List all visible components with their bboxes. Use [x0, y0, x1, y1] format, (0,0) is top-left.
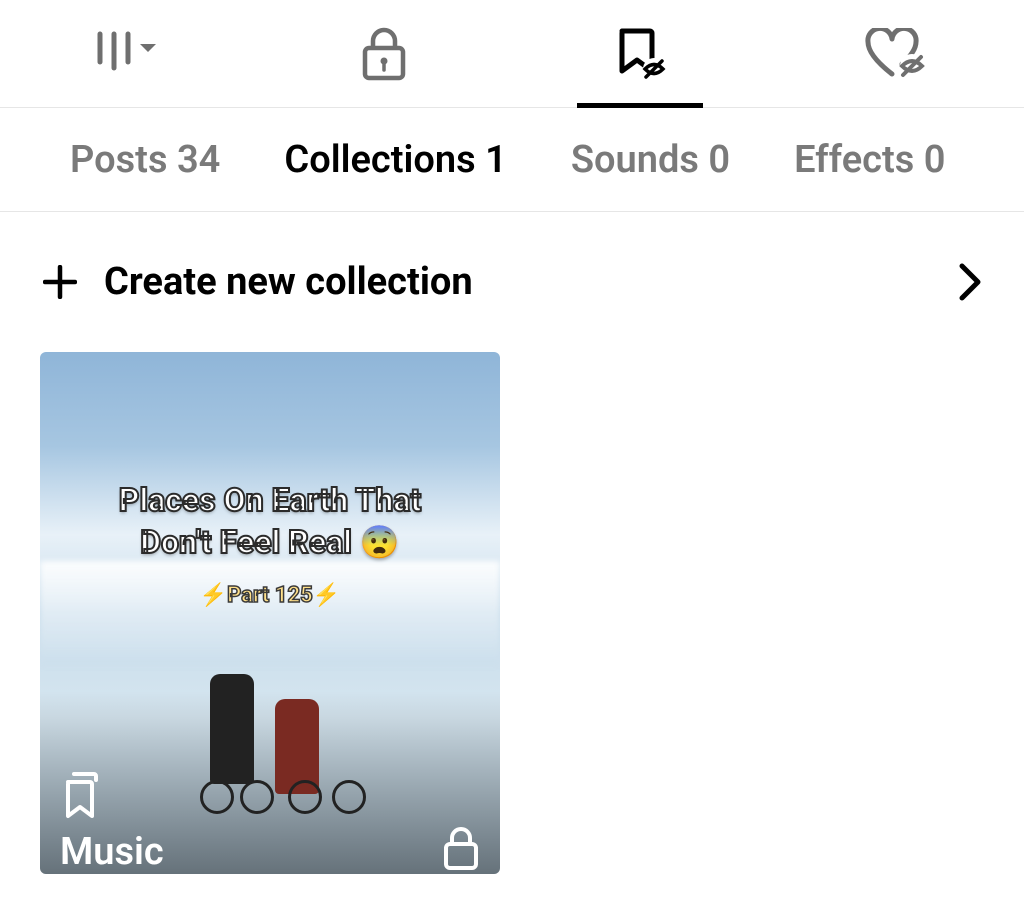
collections-grid: Places On Earth That Don't Feel Real 😨 ⚡…: [0, 352, 1024, 874]
plus-icon: [40, 265, 80, 299]
bookmark-hidden-icon: [612, 27, 668, 81]
sub-tab-label: Effects: [794, 138, 914, 182]
create-collection-button[interactable]: Create new collection: [0, 212, 1024, 352]
sub-tab-label: Posts: [70, 138, 168, 182]
grid-icon: [92, 30, 164, 78]
heart-hidden-icon: [864, 28, 928, 80]
profile-content-tabs: [0, 0, 1024, 108]
sub-tab-label: Sounds: [571, 138, 699, 182]
tab-grid[interactable]: [0, 0, 256, 107]
tab-liked[interactable]: [768, 0, 1024, 107]
sub-tab-collections[interactable]: Collections 1: [284, 138, 506, 182]
collection-card[interactable]: Places On Earth That Don't Feel Real 😨 ⚡…: [40, 352, 500, 874]
collection-title: Music: [60, 830, 164, 874]
bookmark-stack-icon: [60, 772, 164, 824]
sub-tab-count: 1: [485, 138, 507, 182]
saved-sub-tabs: Posts 34 Collections 1 Sounds 0 Effects …: [0, 108, 1024, 212]
create-collection-label: Create new collection: [104, 260, 958, 304]
chevron-right-icon: [958, 262, 984, 302]
sub-tab-posts[interactable]: Posts 34: [70, 138, 220, 182]
tab-private[interactable]: [256, 0, 512, 107]
sub-tab-label: Collections: [284, 138, 475, 182]
lock-icon: [360, 26, 408, 82]
tab-saved[interactable]: [512, 0, 768, 107]
sub-tab-sounds[interactable]: Sounds 0: [571, 138, 730, 182]
sub-tab-count: 0: [708, 138, 730, 182]
collection-card-footer: Music: [60, 772, 480, 874]
sub-tab-count: 34: [177, 138, 220, 182]
lock-icon: [442, 826, 480, 874]
sub-tab-count: 0: [924, 138, 946, 182]
sub-tab-effects[interactable]: Effects 0: [794, 138, 945, 182]
thumbnail-overlay-text: Places On Earth That Don't Feel Real 😨 ⚡…: [40, 480, 500, 608]
